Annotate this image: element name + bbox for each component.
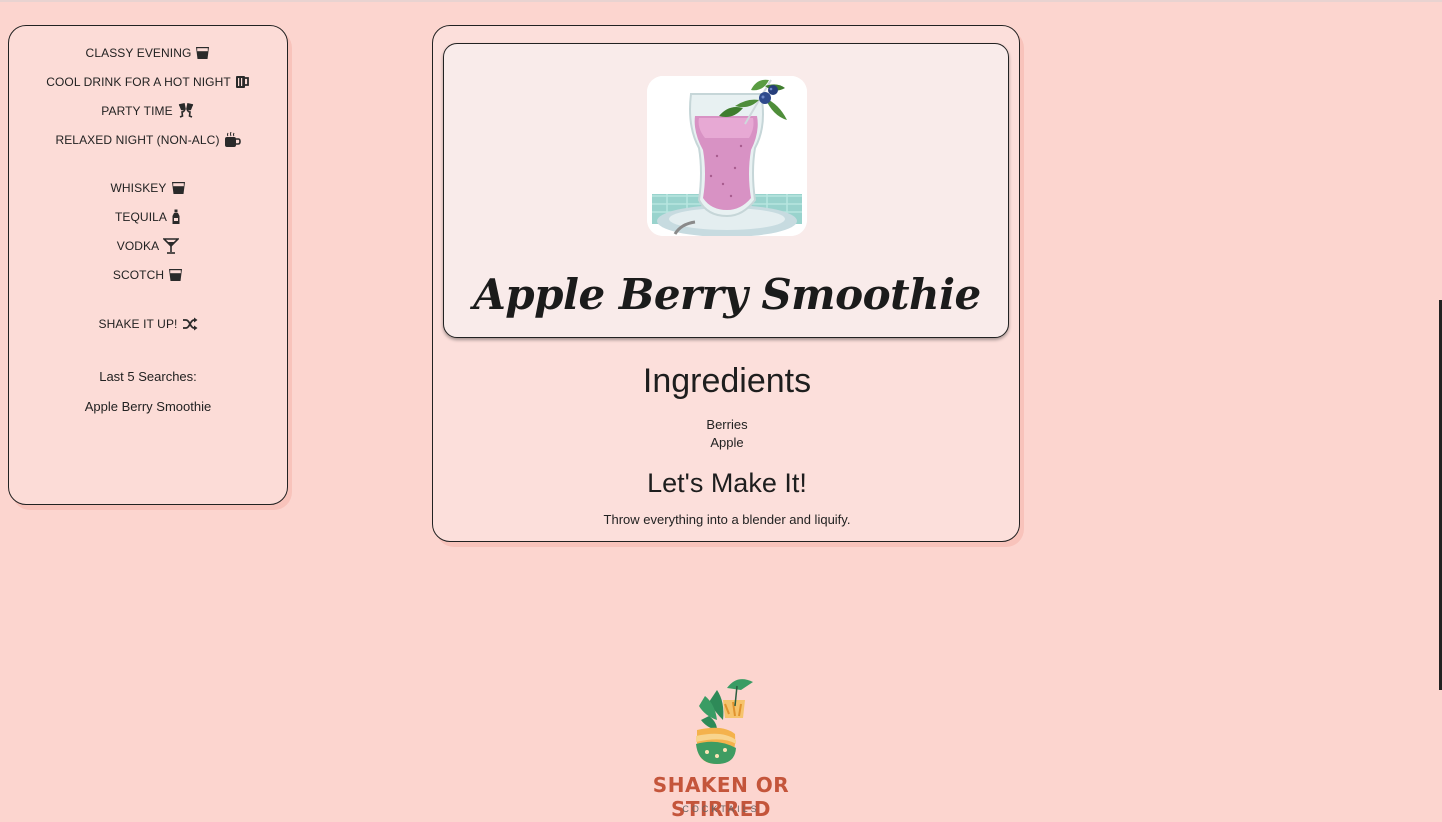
sidebar-item-label: WHISKEY — [110, 180, 167, 195]
drink-card: Apple Berry Smoothie Ingredients Berries… — [432, 25, 1020, 542]
coffee-mug-icon — [224, 131, 241, 148]
whiskey-glass-icon — [195, 46, 210, 60]
martini-glass-icon — [163, 237, 180, 254]
sidebar-item-label: SCOTCH — [112, 267, 165, 282]
sidebar-item-whiskey[interactable]: WHISKEY — [9, 173, 287, 202]
shake-it-up-button[interactable]: SHAKE IT UP! — [9, 309, 287, 338]
last-search-item[interactable]: Apple Berry Smoothie — [9, 392, 287, 422]
whiskey-glass-icon — [168, 268, 183, 282]
brand-logo[interactable]: SHAKEN OR STIRRED COCKTAILS — [620, 672, 822, 821]
bottle-icon — [171, 209, 181, 225]
champagne-glasses-icon — [177, 103, 195, 118]
drink-title: Apple Berry Smoothie — [473, 270, 981, 319]
instructions-heading: Let's Make It! — [647, 468, 807, 498]
cocktail-logo-icon — [687, 672, 757, 772]
sidebar-item-vodka[interactable]: VODKA — [9, 231, 287, 260]
spirit-list: WHISKEY TEQUILA VODKA SCOTCH — [9, 173, 287, 289]
whiskey-glass-icon — [171, 181, 186, 195]
sidebar-item-label: CLASSY EVENING — [85, 45, 192, 60]
sidebar-item-cool-drink[interactable]: COOL DRINK FOR A HOT NIGHT — [9, 67, 287, 96]
sidebar-item-label: VODKA — [116, 238, 160, 253]
sidebar-item-party-time[interactable]: PARTY TIME — [9, 96, 287, 125]
sidebar-item-classy-evening[interactable]: CLASSY EVENING — [9, 38, 287, 67]
sidebar-item-scotch[interactable]: SCOTCH — [9, 260, 287, 289]
sidebar-item-label: RELAXED NIGHT (NON-ALC) — [55, 132, 220, 147]
instructions-text: Throw everything into a blender and liqu… — [603, 512, 851, 527]
ingredients-heading: Ingredients — [642, 362, 812, 400]
brand-tagline: COCKTAILS — [682, 804, 760, 814]
shake-label: SHAKE IT UP! — [98, 316, 178, 331]
top-border — [0, 0, 1442, 2]
sidebar-item-relaxed-night[interactable]: RELAXED NIGHT (NON-ALC) — [9, 125, 287, 154]
sidebar-item-label: COOL DRINK FOR A HOT NIGHT — [46, 74, 231, 89]
last-searches-title: Last 5 Searches: — [99, 369, 197, 384]
shuffle-icon — [182, 317, 198, 331]
sidebar-item-label: TEQUILA — [114, 209, 168, 224]
drink-hero: Apple Berry Smoothie — [443, 43, 1009, 338]
shake-list: SHAKE IT UP! — [9, 309, 287, 338]
ingredient-item: Berries — [706, 417, 748, 432]
mood-list: CLASSY EVENING COOL DRINK FOR A HOT NIGH… — [9, 38, 287, 154]
drink-photo — [647, 76, 807, 236]
sidebar-item-label: PARTY TIME — [101, 103, 173, 118]
sidebar-item-tequila[interactable]: TEQUILA — [9, 202, 287, 231]
beer-mug-icon — [235, 75, 250, 89]
ingredient-list: Berries Apple — [433, 416, 1021, 452]
ingredient-item: Apple — [710, 435, 744, 450]
sidebar: CLASSY EVENING COOL DRINK FOR A HOT NIGH… — [8, 25, 288, 505]
